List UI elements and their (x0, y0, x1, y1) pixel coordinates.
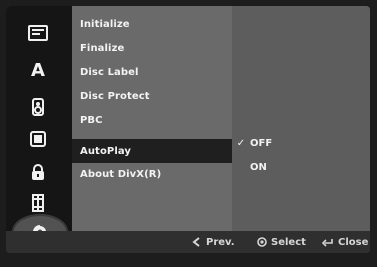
setup-sidebar: A (6, 6, 72, 253)
record-icon[interactable] (18, 126, 58, 152)
left-arrow-icon (192, 237, 202, 247)
menu-item-autoplay[interactable]: AutoPlay (72, 139, 232, 163)
menu-item-label-container: AutoPlay (80, 141, 131, 161)
checkmark-icon: ✓ (236, 137, 246, 149)
menu-item-disc-protect[interactable]: Disc Protect (80, 86, 150, 106)
disc-setup-icon[interactable] (18, 20, 58, 46)
menu-item-label: Initialize (80, 18, 130, 30)
menu-item-label: Disc Label (80, 66, 139, 78)
menu-item-initialize[interactable]: Initialize (80, 14, 130, 34)
lock-icon[interactable] (18, 159, 58, 185)
audio-icon[interactable] (18, 94, 58, 120)
menu-item-disc-label[interactable]: Disc Label (80, 62, 139, 82)
select-icon (257, 237, 267, 247)
screen: A Initialize Finalize Disc Label Disc Pr… (0, 0, 377, 267)
language-icon-letter: A (31, 60, 45, 81)
footer-close-label: Close (338, 236, 369, 248)
film-icon[interactable] (18, 190, 58, 216)
option-on[interactable]: ON (250, 158, 267, 176)
option-label: OFF (250, 137, 273, 149)
language-icon[interactable]: A (18, 58, 58, 84)
menu-item-label: AutoPlay (80, 145, 132, 157)
menu-item-label: Disc Protect (80, 90, 150, 102)
footer-prev: Prev. (192, 231, 235, 253)
disc-menu: Initialize Finalize Disc Label Disc Prot… (72, 6, 232, 231)
footer-select: Select (257, 231, 306, 253)
menu-item-finalize[interactable]: Finalize (80, 38, 124, 58)
option-label: ON (250, 161, 267, 173)
menu-item-label: PBC (80, 114, 103, 126)
autoplay-options: ✓ OFF ON (232, 6, 370, 231)
return-icon (322, 237, 334, 247)
footer-close: Close (322, 231, 368, 253)
footer-prev-label: Prev. (206, 236, 235, 248)
option-off[interactable]: ✓ OFF (237, 134, 273, 152)
footer-select-label: Select (271, 236, 306, 248)
menu-item-pbc[interactable]: PBC (80, 110, 103, 130)
footer-hints: Prev. Select Close (6, 231, 370, 253)
setup-menu-panel: A Initialize Finalize Disc Label Disc Pr… (6, 6, 370, 253)
menu-item-label: Finalize (80, 42, 125, 54)
